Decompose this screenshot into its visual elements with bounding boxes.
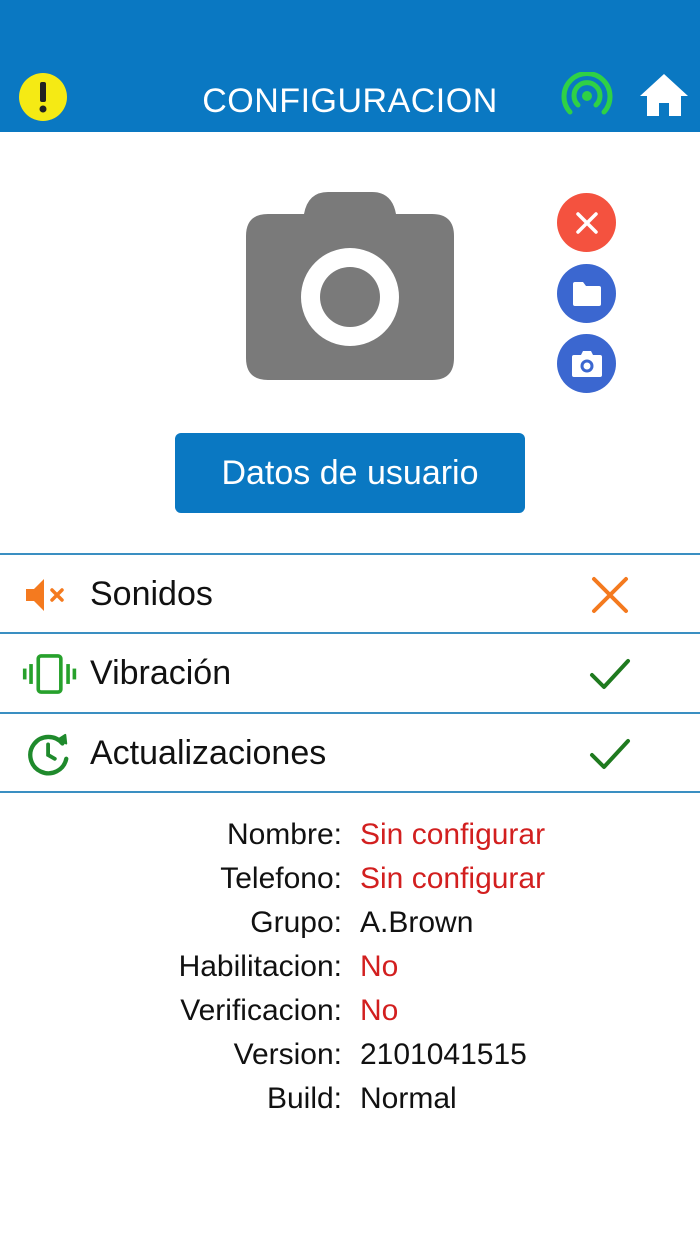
remove-photo-button[interactable]	[557, 193, 616, 252]
info-value: No	[360, 950, 399, 983]
pick-photo-folder-button[interactable]	[557, 264, 616, 323]
info-row-habilitacion: Habilitacion: No	[0, 950, 700, 994]
app-bar: CONFIGURACION	[0, 0, 700, 132]
info-row-build: Build: Normal	[0, 1082, 700, 1126]
info-row-version: Version: 2101041515	[0, 1038, 700, 1082]
info-value: Normal	[360, 1082, 457, 1115]
setting-label: Vibración	[90, 654, 232, 692]
info-row-telefono: Telefono: Sin configurar	[0, 862, 700, 906]
camera-placeholder-icon[interactable]	[246, 192, 454, 380]
folder-icon	[572, 281, 601, 306]
info-value: No	[360, 994, 399, 1027]
signal-icon[interactable]	[560, 72, 614, 118]
speaker-muted-icon	[26, 579, 64, 611]
check-icon[interactable]	[588, 732, 632, 776]
setting-row-sonidos[interactable]: Sonidos	[0, 553, 700, 632]
close-icon	[575, 211, 598, 234]
info-label: Habilitacion:	[178, 950, 342, 983]
info-label: Telefono:	[220, 862, 342, 895]
info-value: Sin configurar	[360, 818, 546, 851]
info-row-verificacion: Verificacion: No	[0, 994, 700, 1038]
info-label: Grupo:	[250, 906, 342, 939]
setting-label: Actualizaciones	[90, 734, 327, 772]
info-label: Version:	[233, 1038, 342, 1071]
camera-icon	[571, 350, 602, 377]
info-label: Verificacion:	[180, 994, 342, 1027]
user-data-button[interactable]: Datos de usuario	[175, 433, 525, 513]
take-photo-button[interactable]	[557, 334, 616, 393]
home-icon[interactable]	[638, 72, 690, 118]
info-label: Build:	[266, 1082, 342, 1115]
vibration-icon	[22, 654, 77, 694]
setting-row-vibracion[interactable]: Vibración	[0, 632, 700, 711]
setting-label: Sonidos	[90, 575, 213, 613]
info-row-grupo: Grupo: A.Brown	[0, 906, 700, 950]
setting-row-actualizaciones[interactable]: Actualizaciones	[0, 712, 700, 793]
update-clock-icon	[28, 733, 69, 776]
disabled-x-icon[interactable]	[588, 573, 632, 617]
user-info-panel: Nombre: Sin configurar Telefono: Sin con…	[0, 818, 700, 1126]
check-icon[interactable]	[588, 652, 632, 696]
info-value: Sin configurar	[360, 862, 546, 895]
info-label: Nombre:	[226, 818, 342, 851]
info-value: 2101041515	[360, 1038, 527, 1071]
info-value: A.Brown	[360, 906, 474, 939]
info-row-nombre: Nombre: Sin configurar	[0, 818, 700, 862]
